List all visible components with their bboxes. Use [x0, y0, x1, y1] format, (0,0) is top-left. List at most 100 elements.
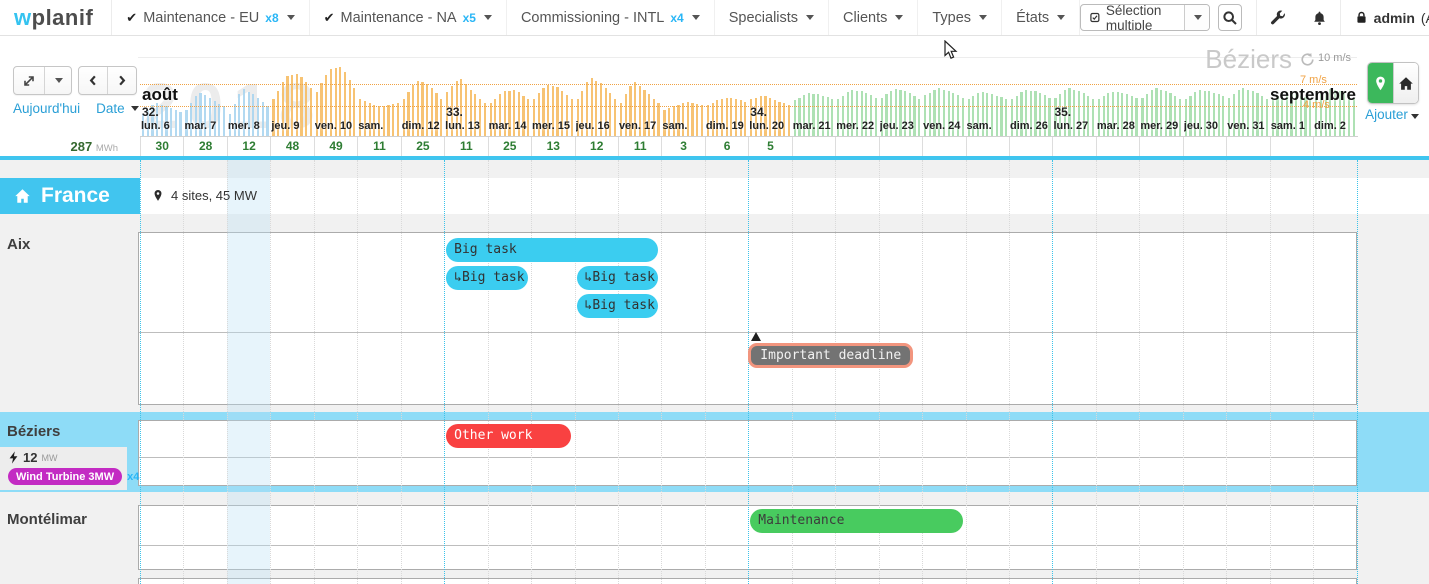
- user-menu[interactable]: admin (Administrator): [1341, 10, 1429, 26]
- timeline-links: Aujourd'hui Date: [13, 101, 139, 116]
- task-bar[interactable]: Big task: [446, 238, 658, 262]
- diagonal-expand-icon: [22, 74, 36, 88]
- nav-menu--tats[interactable]: États: [1002, 0, 1080, 35]
- logo-w: w: [14, 5, 32, 31]
- check-icon: ✔: [324, 10, 335, 26]
- threshold-4-label: 4 m/s: [1303, 99, 1330, 111]
- day-label: dim. 2: [1314, 120, 1356, 135]
- checked-box-icon: [1090, 10, 1100, 25]
- month-label-august: août: [142, 85, 178, 105]
- chevron-down-icon: [1194, 15, 1202, 20]
- gantt-area: France 4 sites, 45 MW Aix Béziers Montél…: [0, 160, 1429, 584]
- range-dropdown-button[interactable]: [44, 67, 71, 94]
- row-divider: [139, 457, 1356, 458]
- day-label: lun. 6: [141, 120, 183, 135]
- row-divider: [139, 545, 1356, 546]
- task-bar[interactable]: ↳Big task: [446, 266, 528, 290]
- multi-select-dropdown[interactable]: [1184, 5, 1209, 30]
- daily-energy-value: 49: [314, 137, 357, 157]
- daily-energy-value: [1183, 137, 1226, 157]
- day-label: mar. 14: [489, 120, 531, 135]
- previous-period-button[interactable]: [79, 67, 107, 94]
- site-label-aix[interactable]: Aix: [7, 236, 30, 253]
- settings-button[interactable]: [1257, 0, 1299, 35]
- notifications-button[interactable]: [1299, 0, 1340, 35]
- daily-energy-value: [835, 137, 878, 157]
- threshold-7-label: 7 m/s: [1300, 74, 1327, 86]
- daily-energy-value: 28: [183, 137, 226, 157]
- nav-menu-commissioning-intl[interactable]: Commissioning - INTLx4: [507, 0, 715, 35]
- menu-count-badge: x4: [670, 11, 683, 25]
- navigate-button-group: [78, 66, 137, 95]
- nav-menu-clients[interactable]: Clients: [829, 0, 918, 35]
- wplanif-app: wplanif ✔Maintenance - EUx8✔Maintenance …: [0, 0, 1429, 584]
- date-dropdown[interactable]: Date: [96, 101, 139, 116]
- chevron-down-icon: [895, 15, 903, 20]
- chevron-down-icon: [806, 15, 814, 20]
- chevron-down-icon: [1057, 15, 1065, 20]
- daily-energy-value: 6: [705, 137, 748, 157]
- daily-energy-value: 13: [531, 137, 574, 157]
- day-label: mar. 7: [184, 120, 226, 135]
- task-bar[interactable]: ↳Big task: [577, 294, 659, 318]
- nav-menu-types[interactable]: Types: [918, 0, 1002, 35]
- montelimar-row-box: [138, 505, 1357, 570]
- day-label: dim. 19: [706, 120, 748, 135]
- site-label-montelimar[interactable]: Montélimar: [7, 511, 87, 528]
- task-bar[interactable]: Maintenance: [750, 509, 962, 533]
- week-number: 35.: [1054, 105, 1071, 119]
- country-banner-france[interactable]: France: [0, 178, 140, 214]
- task-deadline[interactable]: Important deadline: [748, 343, 913, 368]
- lock-icon: [1355, 10, 1368, 25]
- daily-energy-value: 11: [444, 137, 487, 157]
- topbar-right: Sélection multiple admin (Administrator): [1080, 0, 1429, 35]
- nav-menu-specialists[interactable]: Specialists: [715, 0, 829, 35]
- expand-range-button[interactable]: [14, 67, 44, 94]
- day-label: jeu. 16: [576, 120, 618, 135]
- beziers-row-box: [138, 420, 1357, 486]
- nav-menu-maintenance-na[interactable]: ✔Maintenance - NAx5: [310, 0, 507, 35]
- home-icon: [14, 188, 31, 204]
- topbar: wplanif ✔Maintenance - EUx8✔Maintenance …: [0, 0, 1429, 36]
- daily-energy-value: [966, 137, 1009, 157]
- week-number: 34.: [750, 105, 767, 119]
- row-divider: [139, 332, 1356, 333]
- search-button[interactable]: [1218, 4, 1243, 31]
- daily-energy-value: [1052, 137, 1095, 157]
- next-period-button[interactable]: [107, 67, 136, 94]
- add-dropdown[interactable]: Ajouter: [1356, 107, 1428, 122]
- menu-label: Types: [932, 10, 971, 26]
- site-label-beziers[interactable]: Béziers: [7, 423, 60, 440]
- home-view-button[interactable]: [1393, 63, 1418, 103]
- menu-label: Clients: [843, 10, 887, 26]
- task-bar[interactable]: Other work: [446, 424, 571, 448]
- menu-count-badge: x5: [463, 11, 476, 25]
- location-pin-icon: [152, 188, 164, 203]
- menu-count-badge: x8: [265, 11, 278, 25]
- day-label: jeu. 23: [880, 120, 922, 135]
- chevron-down-icon: [1411, 114, 1419, 119]
- threshold-line-7ms: [140, 84, 1357, 85]
- nav-menu-maintenance-eu[interactable]: ✔Maintenance - EUx8: [112, 0, 309, 35]
- chevron-down-icon: [979, 15, 987, 20]
- search-icon: [1222, 10, 1238, 26]
- deadline-marker-triangle: [751, 332, 761, 341]
- multi-select-button[interactable]: Sélection multiple: [1080, 4, 1210, 31]
- total-energy: 287 MWh: [30, 139, 118, 154]
- machine-badge[interactable]: Wind Turbine 3MW: [8, 468, 122, 485]
- today-link[interactable]: Aujourd'hui: [13, 101, 80, 116]
- daily-energy-value: [1139, 137, 1182, 157]
- multi-select-label: Sélection multiple: [1106, 4, 1175, 31]
- day-label: sam.: [967, 120, 1009, 135]
- logo-rest: planif: [32, 5, 94, 31]
- daily-energy-value: 11: [618, 137, 661, 157]
- day-label: jeu. 9: [271, 120, 313, 135]
- refresh-icon[interactable]: [1300, 52, 1315, 67]
- daily-energy-value: 11: [357, 137, 400, 157]
- app-logo[interactable]: wplanif: [0, 0, 112, 35]
- day-label: mer. 29: [1140, 120, 1182, 135]
- site-machine: Wind Turbine 3MW x4: [8, 468, 127, 485]
- day-label: lun. 20: [749, 120, 791, 135]
- map-view-button[interactable]: [1368, 63, 1393, 103]
- task-bar[interactable]: ↳Big task: [577, 266, 659, 290]
